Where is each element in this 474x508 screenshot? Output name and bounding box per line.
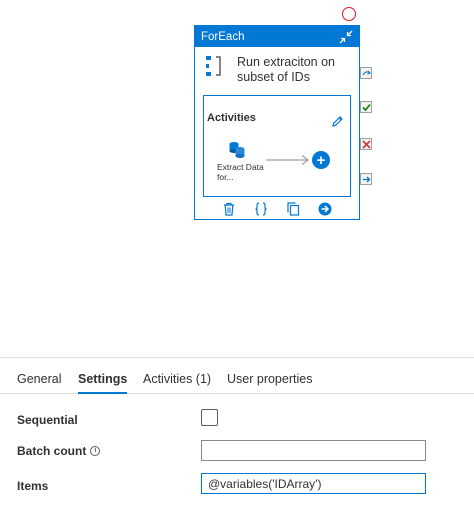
card-header: ForEach bbox=[195, 26, 359, 47]
sequential-label: Sequential bbox=[17, 413, 78, 427]
add-activity-button[interactable]: + bbox=[312, 151, 330, 169]
items-input[interactable] bbox=[201, 473, 426, 494]
items-label: Items bbox=[17, 479, 48, 493]
sequential-checkbox[interactable] bbox=[201, 409, 218, 426]
info-icon[interactable]: i bbox=[90, 446, 101, 456]
properties-panel: General Settings Activities (1) User pro… bbox=[0, 357, 474, 508]
inner-activity-name[interactable]: Extract Data for... bbox=[217, 162, 267, 182]
tab-settings[interactable]: Settings bbox=[78, 372, 128, 394]
failure-x-icon[interactable] bbox=[360, 138, 372, 150]
edit-pencil-icon[interactable] bbox=[331, 115, 344, 128]
foreach-loop-icon bbox=[206, 56, 221, 76]
tab-activities[interactable]: Activities (1) bbox=[143, 372, 211, 394]
card-header-title: ForEach bbox=[201, 30, 245, 43]
batch-count-label-text: Batch count bbox=[17, 444, 87, 458]
delete-trash-icon[interactable] bbox=[222, 202, 236, 216]
success-check-icon[interactable] bbox=[360, 101, 372, 113]
database-copy-icon bbox=[229, 142, 245, 158]
tab-user-properties[interactable]: User properties bbox=[227, 372, 312, 394]
foreach-activity-card[interactable]: ForEach Run extraciton on subset of IDs … bbox=[194, 25, 360, 220]
activities-label: Activities bbox=[207, 112, 256, 124]
card-toolbar bbox=[195, 198, 359, 220]
card-title-row: Run extraciton on subset of IDs bbox=[195, 47, 359, 89]
status-circle-icon[interactable] bbox=[342, 7, 356, 21]
flow-arrow-icon bbox=[266, 155, 309, 165]
batch-count-input[interactable] bbox=[201, 440, 426, 461]
skip-icon[interactable] bbox=[360, 67, 372, 79]
go-arrow-icon[interactable] bbox=[318, 202, 332, 216]
inner-activities-box[interactable]: Activities Extract Data for... + bbox=[203, 95, 351, 197]
sequential-label-text: Sequential bbox=[17, 413, 78, 427]
copy-icon[interactable] bbox=[286, 202, 300, 216]
pipeline-canvas[interactable]: ForEach Run extraciton on subset of IDs … bbox=[0, 0, 474, 356]
collapse-icon[interactable] bbox=[339, 30, 353, 44]
tab-general[interactable]: General bbox=[17, 372, 61, 394]
items-label-text: Items bbox=[17, 479, 49, 493]
code-braces-icon[interactable] bbox=[254, 202, 268, 216]
batch-count-label: Batch count i bbox=[17, 444, 101, 458]
completion-arrow-icon[interactable] bbox=[360, 173, 372, 185]
activity-title: Run extraciton on subset of IDs bbox=[237, 55, 335, 84]
tab-bar: General Settings Activities (1) User pro… bbox=[0, 358, 474, 394]
